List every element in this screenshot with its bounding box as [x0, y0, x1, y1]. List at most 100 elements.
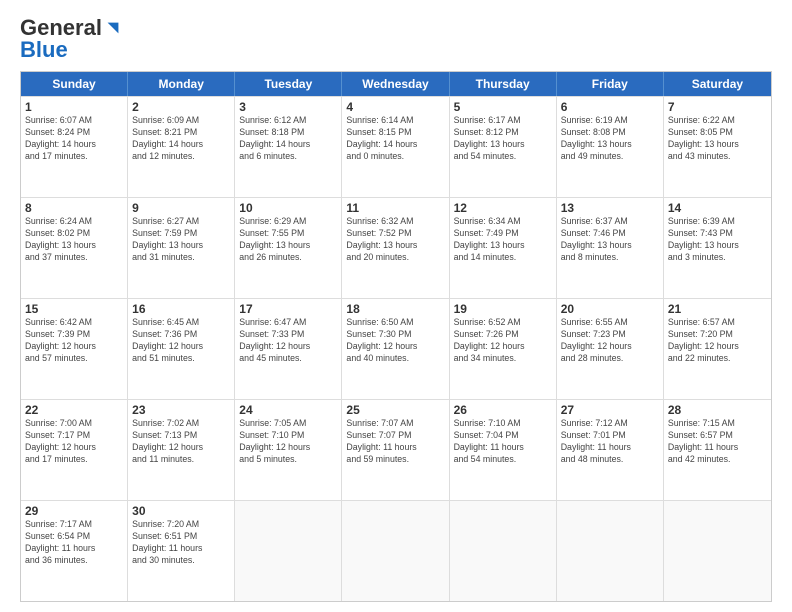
calendar-cell: 5Sunrise: 6:17 AMSunset: 8:12 PMDaylight…: [450, 97, 557, 197]
calendar-cell: 3Sunrise: 6:12 AMSunset: 8:18 PMDaylight…: [235, 97, 342, 197]
day-number: 14: [668, 201, 767, 215]
day-number: 24: [239, 403, 337, 417]
calendar-cell: 21Sunrise: 6:57 AMSunset: 7:20 PMDayligh…: [664, 299, 771, 399]
day-info: Sunrise: 6:17 AMSunset: 8:12 PMDaylight:…: [454, 115, 552, 163]
calendar-cell: 25Sunrise: 7:07 AMSunset: 7:07 PMDayligh…: [342, 400, 449, 500]
day-info: Sunrise: 6:24 AMSunset: 8:02 PMDaylight:…: [25, 216, 123, 264]
calendar-cell: 18Sunrise: 6:50 AMSunset: 7:30 PMDayligh…: [342, 299, 449, 399]
day-info: Sunrise: 6:27 AMSunset: 7:59 PMDaylight:…: [132, 216, 230, 264]
day-number: 22: [25, 403, 123, 417]
day-info: Sunrise: 7:05 AMSunset: 7:10 PMDaylight:…: [239, 418, 337, 466]
day-info: Sunrise: 6:50 AMSunset: 7:30 PMDaylight:…: [346, 317, 444, 365]
day-number: 25: [346, 403, 444, 417]
day-number: 30: [132, 504, 230, 518]
calendar-header-cell: Saturday: [664, 72, 771, 96]
calendar-cell: 14Sunrise: 6:39 AMSunset: 7:43 PMDayligh…: [664, 198, 771, 298]
day-info: Sunrise: 6:32 AMSunset: 7:52 PMDaylight:…: [346, 216, 444, 264]
calendar-cell: 22Sunrise: 7:00 AMSunset: 7:17 PMDayligh…: [21, 400, 128, 500]
calendar-row: 22Sunrise: 7:00 AMSunset: 7:17 PMDayligh…: [21, 399, 771, 500]
day-number: 1: [25, 100, 123, 114]
day-info: Sunrise: 7:00 AMSunset: 7:17 PMDaylight:…: [25, 418, 123, 466]
calendar-cell: 1Sunrise: 6:07 AMSunset: 8:24 PMDaylight…: [21, 97, 128, 197]
calendar-cell: 6Sunrise: 6:19 AMSunset: 8:08 PMDaylight…: [557, 97, 664, 197]
day-info: Sunrise: 7:12 AMSunset: 7:01 PMDaylight:…: [561, 418, 659, 466]
day-number: 28: [668, 403, 767, 417]
day-number: 11: [346, 201, 444, 215]
page: General Blue SundayMondayTuesdayWednesda…: [0, 0, 792, 612]
calendar-body: 1Sunrise: 6:07 AMSunset: 8:24 PMDaylight…: [21, 96, 771, 601]
calendar-row: 15Sunrise: 6:42 AMSunset: 7:39 PMDayligh…: [21, 298, 771, 399]
day-number: 4: [346, 100, 444, 114]
day-number: 6: [561, 100, 659, 114]
calendar-cell: [342, 501, 449, 601]
day-info: Sunrise: 6:39 AMSunset: 7:43 PMDaylight:…: [668, 216, 767, 264]
calendar-row: 8Sunrise: 6:24 AMSunset: 8:02 PMDaylight…: [21, 197, 771, 298]
calendar-cell: 15Sunrise: 6:42 AMSunset: 7:39 PMDayligh…: [21, 299, 128, 399]
day-number: 8: [25, 201, 123, 215]
day-number: 20: [561, 302, 659, 316]
calendar-cell: 16Sunrise: 6:45 AMSunset: 7:36 PMDayligh…: [128, 299, 235, 399]
day-info: Sunrise: 6:29 AMSunset: 7:55 PMDaylight:…: [239, 216, 337, 264]
day-number: 27: [561, 403, 659, 417]
day-number: 29: [25, 504, 123, 518]
day-number: 7: [668, 100, 767, 114]
day-info: Sunrise: 7:10 AMSunset: 7:04 PMDaylight:…: [454, 418, 552, 466]
calendar-cell: 9Sunrise: 6:27 AMSunset: 7:59 PMDaylight…: [128, 198, 235, 298]
header: General Blue: [20, 15, 772, 63]
calendar-cell: [664, 501, 771, 601]
day-number: 23: [132, 403, 230, 417]
day-info: Sunrise: 6:45 AMSunset: 7:36 PMDaylight:…: [132, 317, 230, 365]
calendar-cell: 28Sunrise: 7:15 AMSunset: 6:57 PMDayligh…: [664, 400, 771, 500]
calendar-header-cell: Monday: [128, 72, 235, 96]
day-info: Sunrise: 6:34 AMSunset: 7:49 PMDaylight:…: [454, 216, 552, 264]
calendar-row: 29Sunrise: 7:17 AMSunset: 6:54 PMDayligh…: [21, 500, 771, 601]
calendar-header-cell: Sunday: [21, 72, 128, 96]
day-info: Sunrise: 6:47 AMSunset: 7:33 PMDaylight:…: [239, 317, 337, 365]
day-number: 17: [239, 302, 337, 316]
day-info: Sunrise: 6:09 AMSunset: 8:21 PMDaylight:…: [132, 115, 230, 163]
day-info: Sunrise: 6:19 AMSunset: 8:08 PMDaylight:…: [561, 115, 659, 163]
day-info: Sunrise: 6:07 AMSunset: 8:24 PMDaylight:…: [25, 115, 123, 163]
day-info: Sunrise: 6:37 AMSunset: 7:46 PMDaylight:…: [561, 216, 659, 264]
calendar-cell: 19Sunrise: 6:52 AMSunset: 7:26 PMDayligh…: [450, 299, 557, 399]
calendar-cell: 11Sunrise: 6:32 AMSunset: 7:52 PMDayligh…: [342, 198, 449, 298]
calendar-row: 1Sunrise: 6:07 AMSunset: 8:24 PMDaylight…: [21, 96, 771, 197]
calendar-header: SundayMondayTuesdayWednesdayThursdayFrid…: [21, 72, 771, 96]
calendar-cell: 30Sunrise: 7:20 AMSunset: 6:51 PMDayligh…: [128, 501, 235, 601]
day-info: Sunrise: 7:15 AMSunset: 6:57 PMDaylight:…: [668, 418, 767, 466]
day-number: 19: [454, 302, 552, 316]
day-info: Sunrise: 6:12 AMSunset: 8:18 PMDaylight:…: [239, 115, 337, 163]
calendar-header-cell: Friday: [557, 72, 664, 96]
day-info: Sunrise: 7:17 AMSunset: 6:54 PMDaylight:…: [25, 519, 123, 567]
day-number: 15: [25, 302, 123, 316]
calendar-cell: 27Sunrise: 7:12 AMSunset: 7:01 PMDayligh…: [557, 400, 664, 500]
calendar-cell: 23Sunrise: 7:02 AMSunset: 7:13 PMDayligh…: [128, 400, 235, 500]
day-number: 2: [132, 100, 230, 114]
day-number: 21: [668, 302, 767, 316]
calendar-cell: [557, 501, 664, 601]
calendar-cell: 24Sunrise: 7:05 AMSunset: 7:10 PMDayligh…: [235, 400, 342, 500]
logo: General Blue: [20, 15, 122, 63]
calendar-cell: 2Sunrise: 6:09 AMSunset: 8:21 PMDaylight…: [128, 97, 235, 197]
day-info: Sunrise: 6:42 AMSunset: 7:39 PMDaylight:…: [25, 317, 123, 365]
day-number: 5: [454, 100, 552, 114]
day-number: 10: [239, 201, 337, 215]
day-info: Sunrise: 6:55 AMSunset: 7:23 PMDaylight:…: [561, 317, 659, 365]
day-info: Sunrise: 7:02 AMSunset: 7:13 PMDaylight:…: [132, 418, 230, 466]
day-number: 18: [346, 302, 444, 316]
calendar-header-cell: Tuesday: [235, 72, 342, 96]
calendar-cell: 26Sunrise: 7:10 AMSunset: 7:04 PMDayligh…: [450, 400, 557, 500]
day-info: Sunrise: 7:20 AMSunset: 6:51 PMDaylight:…: [132, 519, 230, 567]
day-info: Sunrise: 7:07 AMSunset: 7:07 PMDaylight:…: [346, 418, 444, 466]
calendar-cell: 29Sunrise: 7:17 AMSunset: 6:54 PMDayligh…: [21, 501, 128, 601]
calendar-cell: 12Sunrise: 6:34 AMSunset: 7:49 PMDayligh…: [450, 198, 557, 298]
day-info: Sunrise: 6:22 AMSunset: 8:05 PMDaylight:…: [668, 115, 767, 163]
calendar: SundayMondayTuesdayWednesdayThursdayFrid…: [20, 71, 772, 602]
calendar-cell: 20Sunrise: 6:55 AMSunset: 7:23 PMDayligh…: [557, 299, 664, 399]
calendar-cell: 10Sunrise: 6:29 AMSunset: 7:55 PMDayligh…: [235, 198, 342, 298]
day-info: Sunrise: 6:52 AMSunset: 7:26 PMDaylight:…: [454, 317, 552, 365]
day-number: 3: [239, 100, 337, 114]
day-info: Sunrise: 6:14 AMSunset: 8:15 PMDaylight:…: [346, 115, 444, 163]
calendar-header-cell: Wednesday: [342, 72, 449, 96]
logo-arrow-icon: [104, 19, 122, 37]
